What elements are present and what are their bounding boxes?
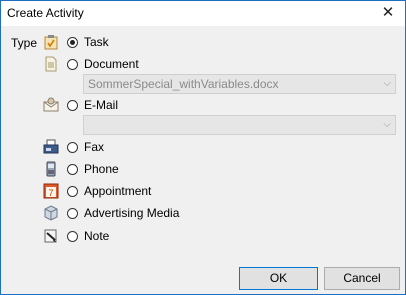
document-label: Document <box>84 57 139 71</box>
advertising-media-radio[interactable] <box>67 207 78 219</box>
document-select-value: SommerSpecial_withVariables.docx <box>88 77 279 91</box>
fax-radio[interactable] <box>67 141 78 153</box>
ok-button[interactable]: OK <box>239 267 318 290</box>
option-note[interactable]: Note <box>41 226 109 246</box>
option-document[interactable]: Document <box>41 54 139 74</box>
dialog-title: Create Activity <box>7 6 84 20</box>
appointment-icon-number: 7 <box>48 188 53 198</box>
option-advertising-media[interactable]: Advertising Media <box>41 203 179 223</box>
option-appointment[interactable]: 7 Appointment <box>41 181 151 201</box>
email-icon <box>41 95 61 115</box>
note-radio[interactable] <box>67 230 78 242</box>
document-icon <box>41 54 61 74</box>
phone-icon <box>41 159 61 179</box>
cancel-button[interactable]: Cancel <box>324 267 400 290</box>
chevron-down-icon: ⌵ <box>383 78 391 89</box>
appointment-radio[interactable] <box>67 185 78 197</box>
task-label: Task <box>84 35 109 49</box>
note-label: Note <box>84 229 110 243</box>
appointment-icon: 7 <box>41 181 61 201</box>
fax-label: Fax <box>84 140 105 154</box>
fax-icon <box>41 137 61 157</box>
advertising-media-label: Advertising Media <box>84 206 180 220</box>
option-fax[interactable]: Fax <box>41 137 104 157</box>
document-select[interactable]: SommerSpecial_withVariables.docx ⌵ <box>83 74 396 94</box>
option-email[interactable]: E-Mail <box>41 95 118 115</box>
document-radio[interactable] <box>67 58 78 70</box>
task-radio[interactable] <box>67 36 78 48</box>
option-task[interactable]: Task <box>41 32 109 52</box>
chevron-down-icon: ⌵ <box>383 119 391 130</box>
close-icon[interactable]: ✕ <box>377 3 399 23</box>
option-phone[interactable]: Phone <box>41 159 119 179</box>
email-radio[interactable] <box>67 99 78 111</box>
phone-label: Phone <box>84 162 119 176</box>
email-label: E-Mail <box>84 98 119 112</box>
email-select[interactable]: ⌵ <box>83 115 396 135</box>
task-icon <box>41 32 61 52</box>
title-bar: Create Activity ✕ <box>1 1 405 26</box>
appointment-label: Appointment <box>84 184 152 198</box>
advertising-media-icon <box>41 203 61 223</box>
phone-radio[interactable] <box>67 163 78 175</box>
type-label: Type <box>11 36 38 50</box>
create-activity-dialog: Create Activity ✕ Type Task Document Som… <box>0 0 406 295</box>
note-icon <box>41 226 61 246</box>
